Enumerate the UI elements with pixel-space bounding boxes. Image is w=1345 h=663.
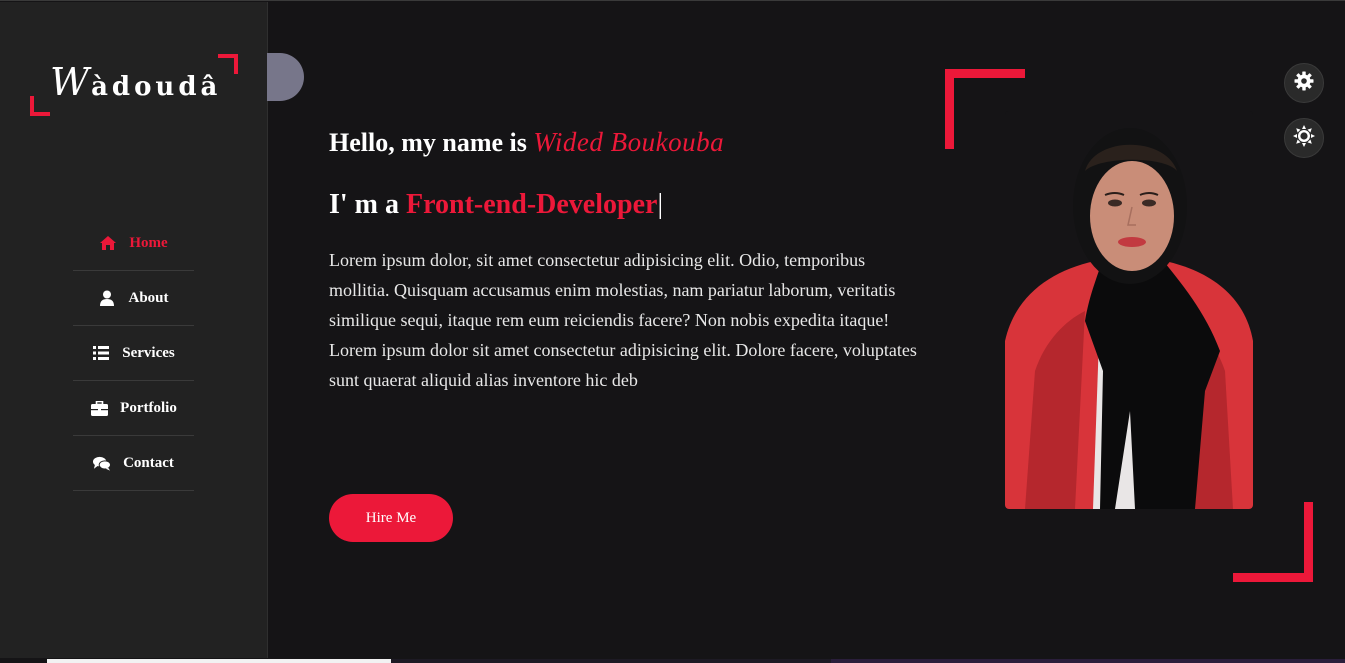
decorative-half-circle bbox=[267, 53, 304, 101]
bottom-strip-segment bbox=[831, 659, 1345, 663]
logo-rest: àdoudâ bbox=[91, 72, 222, 102]
greeting-prefix: Hello, my name is bbox=[329, 128, 534, 157]
nav-item-contact[interactable]: Contact bbox=[73, 436, 194, 491]
logo-first-letter: W bbox=[50, 60, 90, 104]
photo-bracket-bottom-right bbox=[1233, 502, 1313, 582]
page: Wàdoudâ Home About Services Portfolio Co… bbox=[0, 0, 1345, 663]
comments-icon bbox=[93, 454, 112, 472]
role-title: Front-end-Developer bbox=[406, 189, 658, 220]
sidebar: Wàdoudâ Home About Services Portfolio Co… bbox=[0, 2, 268, 663]
nav-label-services: Services bbox=[122, 344, 175, 361]
nav-item-portfolio[interactable]: Portfolio bbox=[73, 381, 194, 436]
nav-item-services[interactable]: Services bbox=[73, 326, 194, 381]
intro-paragraph: Lorem ipsum dolor, sit amet consectetur … bbox=[329, 250, 917, 390]
sun-icon bbox=[1293, 124, 1315, 152]
user-icon bbox=[98, 289, 116, 307]
nav-item-home[interactable]: Home bbox=[73, 216, 194, 271]
bottom-strip-segment bbox=[391, 659, 831, 663]
nav-label-portfolio: Portfolio bbox=[120, 399, 177, 416]
typing-caret: | bbox=[657, 189, 664, 220]
greeting-heading: Hello, my name is Wided Boukouba bbox=[329, 127, 724, 158]
nav-label-home: Home bbox=[129, 234, 168, 251]
gear-icon bbox=[1294, 71, 1314, 96]
role-heading: I' m a Front-end-Developer| bbox=[329, 189, 663, 221]
person-name: Wided Boukouba bbox=[533, 127, 725, 157]
nav-item-about[interactable]: About bbox=[73, 271, 194, 326]
logo-text: Wàdoudâ bbox=[50, 60, 221, 104]
nav-label-about: About bbox=[128, 289, 169, 306]
settings-toggle-button[interactable] bbox=[1284, 63, 1324, 103]
logo-corner-bottom-left bbox=[30, 96, 50, 116]
home-icon bbox=[99, 234, 117, 252]
briefcase-icon bbox=[90, 399, 108, 417]
nav-label-contact: Contact bbox=[123, 454, 174, 471]
bottom-strip bbox=[0, 658, 1345, 663]
main-nav: Home About Services Portfolio Contact bbox=[73, 216, 194, 491]
role-prefix: I' m a bbox=[329, 189, 406, 220]
profile-photo bbox=[1005, 111, 1253, 509]
hire-me-button[interactable]: Hire Me bbox=[329, 494, 453, 542]
bottom-strip-segment bbox=[47, 659, 391, 663]
theme-toggle-button[interactable] bbox=[1284, 118, 1324, 158]
list-icon bbox=[92, 344, 110, 362]
logo[interactable]: Wàdoudâ bbox=[30, 54, 238, 116]
